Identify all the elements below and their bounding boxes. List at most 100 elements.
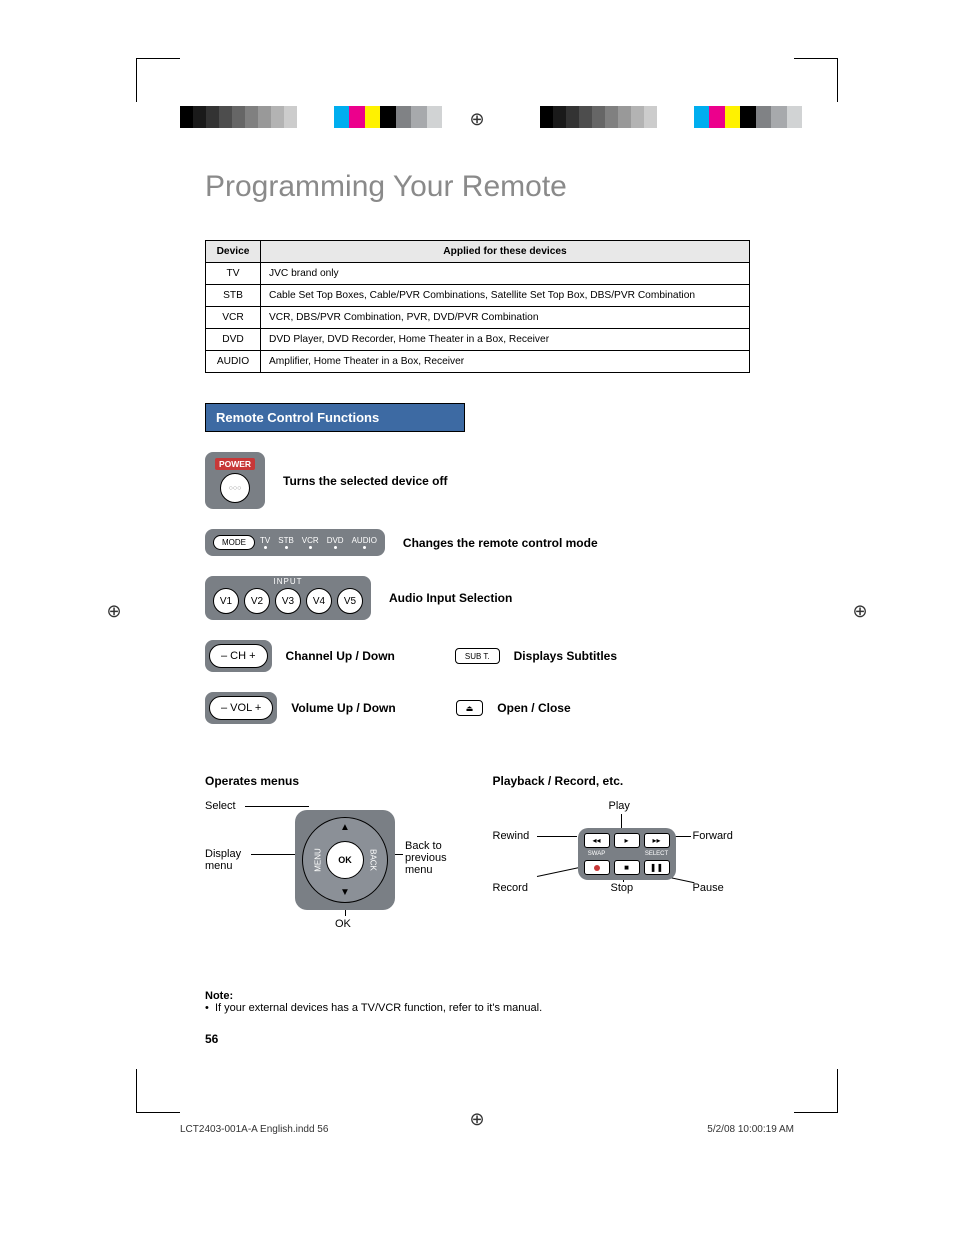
table-row: TVJVC brand only: [206, 263, 750, 285]
input-v-button: V1: [213, 588, 239, 614]
color-swatch: [258, 106, 271, 128]
mode-item: DVD: [327, 536, 344, 549]
input-selector-graphic: INPUT V1V2V3V4V5: [205, 576, 371, 620]
color-swatch: [411, 106, 427, 128]
color-swatch: [206, 106, 219, 128]
stop-icon: ■: [614, 860, 640, 875]
playback-diagram: Play Rewind Forward Record Stop Pause ◂◂…: [493, 800, 751, 950]
callout-rewind: Rewind: [493, 830, 530, 842]
color-swatch: [284, 106, 297, 128]
channel-description: Channel Up / Down: [286, 649, 395, 663]
color-swatch: [245, 106, 258, 128]
volume-button-graphic: – VOL +: [205, 692, 277, 724]
color-swatch: [232, 106, 245, 128]
section-header: Remote Control Functions: [205, 403, 465, 432]
colorbar-dark: [180, 106, 310, 128]
color-swatch: [349, 106, 365, 128]
power-description: Turns the selected device off: [283, 474, 448, 488]
callout-record: Record: [493, 882, 528, 894]
color-swatch: [396, 106, 412, 128]
mode-description: Changes the remote control mode: [403, 536, 598, 550]
color-swatch: [771, 106, 787, 128]
callout-play: Play: [609, 800, 630, 812]
callout-pause: Pause: [693, 882, 724, 894]
color-swatch: [756, 106, 772, 128]
colorbar-cmyk: [678, 106, 802, 128]
select-label: SELECT: [644, 851, 670, 857]
mode-item: STB: [278, 536, 294, 549]
device-cell: TV: [206, 263, 261, 285]
desc-cell: DVD Player, DVD Recorder, Home Theater i…: [261, 329, 750, 351]
color-swatch: [678, 106, 694, 128]
color-swatch: [318, 106, 334, 128]
desc-cell: VCR, DBS/PVR Combination, PVR, DVD/PVR C…: [261, 307, 750, 329]
eject-button-graphic: ⏏: [456, 700, 484, 716]
device-cell: AUDIO: [206, 351, 261, 373]
swap-label: SWAP: [584, 851, 610, 857]
color-swatch: [380, 106, 396, 128]
crop-mark: [794, 58, 838, 102]
page-number: 56: [205, 1032, 750, 1046]
power-button-graphic: POWER ○○○: [205, 452, 265, 509]
crop-mark: [136, 1069, 180, 1113]
footer-timestamp: 5/2/08 10:00:19 AM: [707, 1124, 794, 1135]
color-swatch: [787, 106, 803, 128]
page-title: Programming Your Remote: [205, 170, 750, 204]
power-icon: ○○○: [220, 473, 250, 503]
input-v-button: V2: [244, 588, 270, 614]
ok-button-graphic: OK: [326, 841, 364, 879]
color-swatch: [644, 106, 657, 128]
registration-mark-icon: ⊕: [103, 600, 125, 622]
desc-cell: Cable Set Top Boxes, Cable/PVR Combinati…: [261, 285, 750, 307]
callout-ok: OK: [335, 918, 351, 930]
table-row: DVDDVD Player, DVD Recorder, Home Theate…: [206, 329, 750, 351]
color-swatch: [297, 106, 310, 128]
registration-mark-icon: ⊕: [466, 108, 488, 130]
registration-mark-icon: ⊕: [849, 600, 871, 622]
desc-cell: Amplifier, Home Theater in a Box, Receiv…: [261, 351, 750, 373]
color-swatch: [725, 106, 741, 128]
back-label: BACK: [369, 849, 378, 871]
volume-description: Volume Up / Down: [291, 701, 395, 715]
rewind-icon: ◂◂: [584, 833, 610, 848]
footer-filename: LCT2403-001A-A English.indd 56: [180, 1124, 328, 1135]
channel-button-graphic: – CH +: [205, 640, 272, 672]
channel-pill: – CH +: [209, 644, 268, 668]
colorbar-cmyk: [318, 106, 442, 128]
color-swatch: [219, 106, 232, 128]
color-swatch: [740, 106, 756, 128]
crop-mark: [794, 1069, 838, 1113]
device-cell: VCR: [206, 307, 261, 329]
color-swatch: [271, 106, 284, 128]
record-icon: [584, 860, 610, 875]
menus-title: Operates menus: [205, 774, 463, 788]
color-swatch: [566, 106, 579, 128]
device-table: Device Applied for these devices TVJVC b…: [205, 240, 750, 373]
color-swatch: [605, 106, 618, 128]
table-row: AUDIOAmplifier, Home Theater in a Box, R…: [206, 351, 750, 373]
device-cell: DVD: [206, 329, 261, 351]
mode-item: AUDIO: [352, 536, 377, 549]
color-swatch: [540, 106, 553, 128]
color-swatch: [618, 106, 631, 128]
forward-icon: ▸▸: [644, 833, 670, 848]
input-v-button: V5: [337, 588, 363, 614]
callout-select: Select: [205, 800, 236, 812]
color-swatch: [193, 106, 206, 128]
table-header-device: Device: [206, 241, 261, 263]
power-label: POWER: [215, 458, 255, 470]
input-v-button: V4: [306, 588, 332, 614]
callout-stop: Stop: [611, 882, 634, 894]
colorbar-dark: [540, 106, 670, 128]
color-swatch: [709, 106, 725, 128]
menu-label: MENU: [313, 848, 322, 872]
table-row: VCRVCR, DBS/PVR Combination, PVR, DVD/PV…: [206, 307, 750, 329]
note-text: • If your external devices has a TV/VCR …: [205, 1002, 750, 1014]
subtitle-description: Displays Subtitles: [514, 649, 617, 663]
callout-forward: Forward: [693, 830, 733, 842]
color-swatch: [427, 106, 443, 128]
device-cell: STB: [206, 285, 261, 307]
mode-button: MODE: [213, 535, 255, 550]
pause-icon: ❚❚: [644, 860, 670, 875]
table-row: STBCable Set Top Boxes, Cable/PVR Combin…: [206, 285, 750, 307]
